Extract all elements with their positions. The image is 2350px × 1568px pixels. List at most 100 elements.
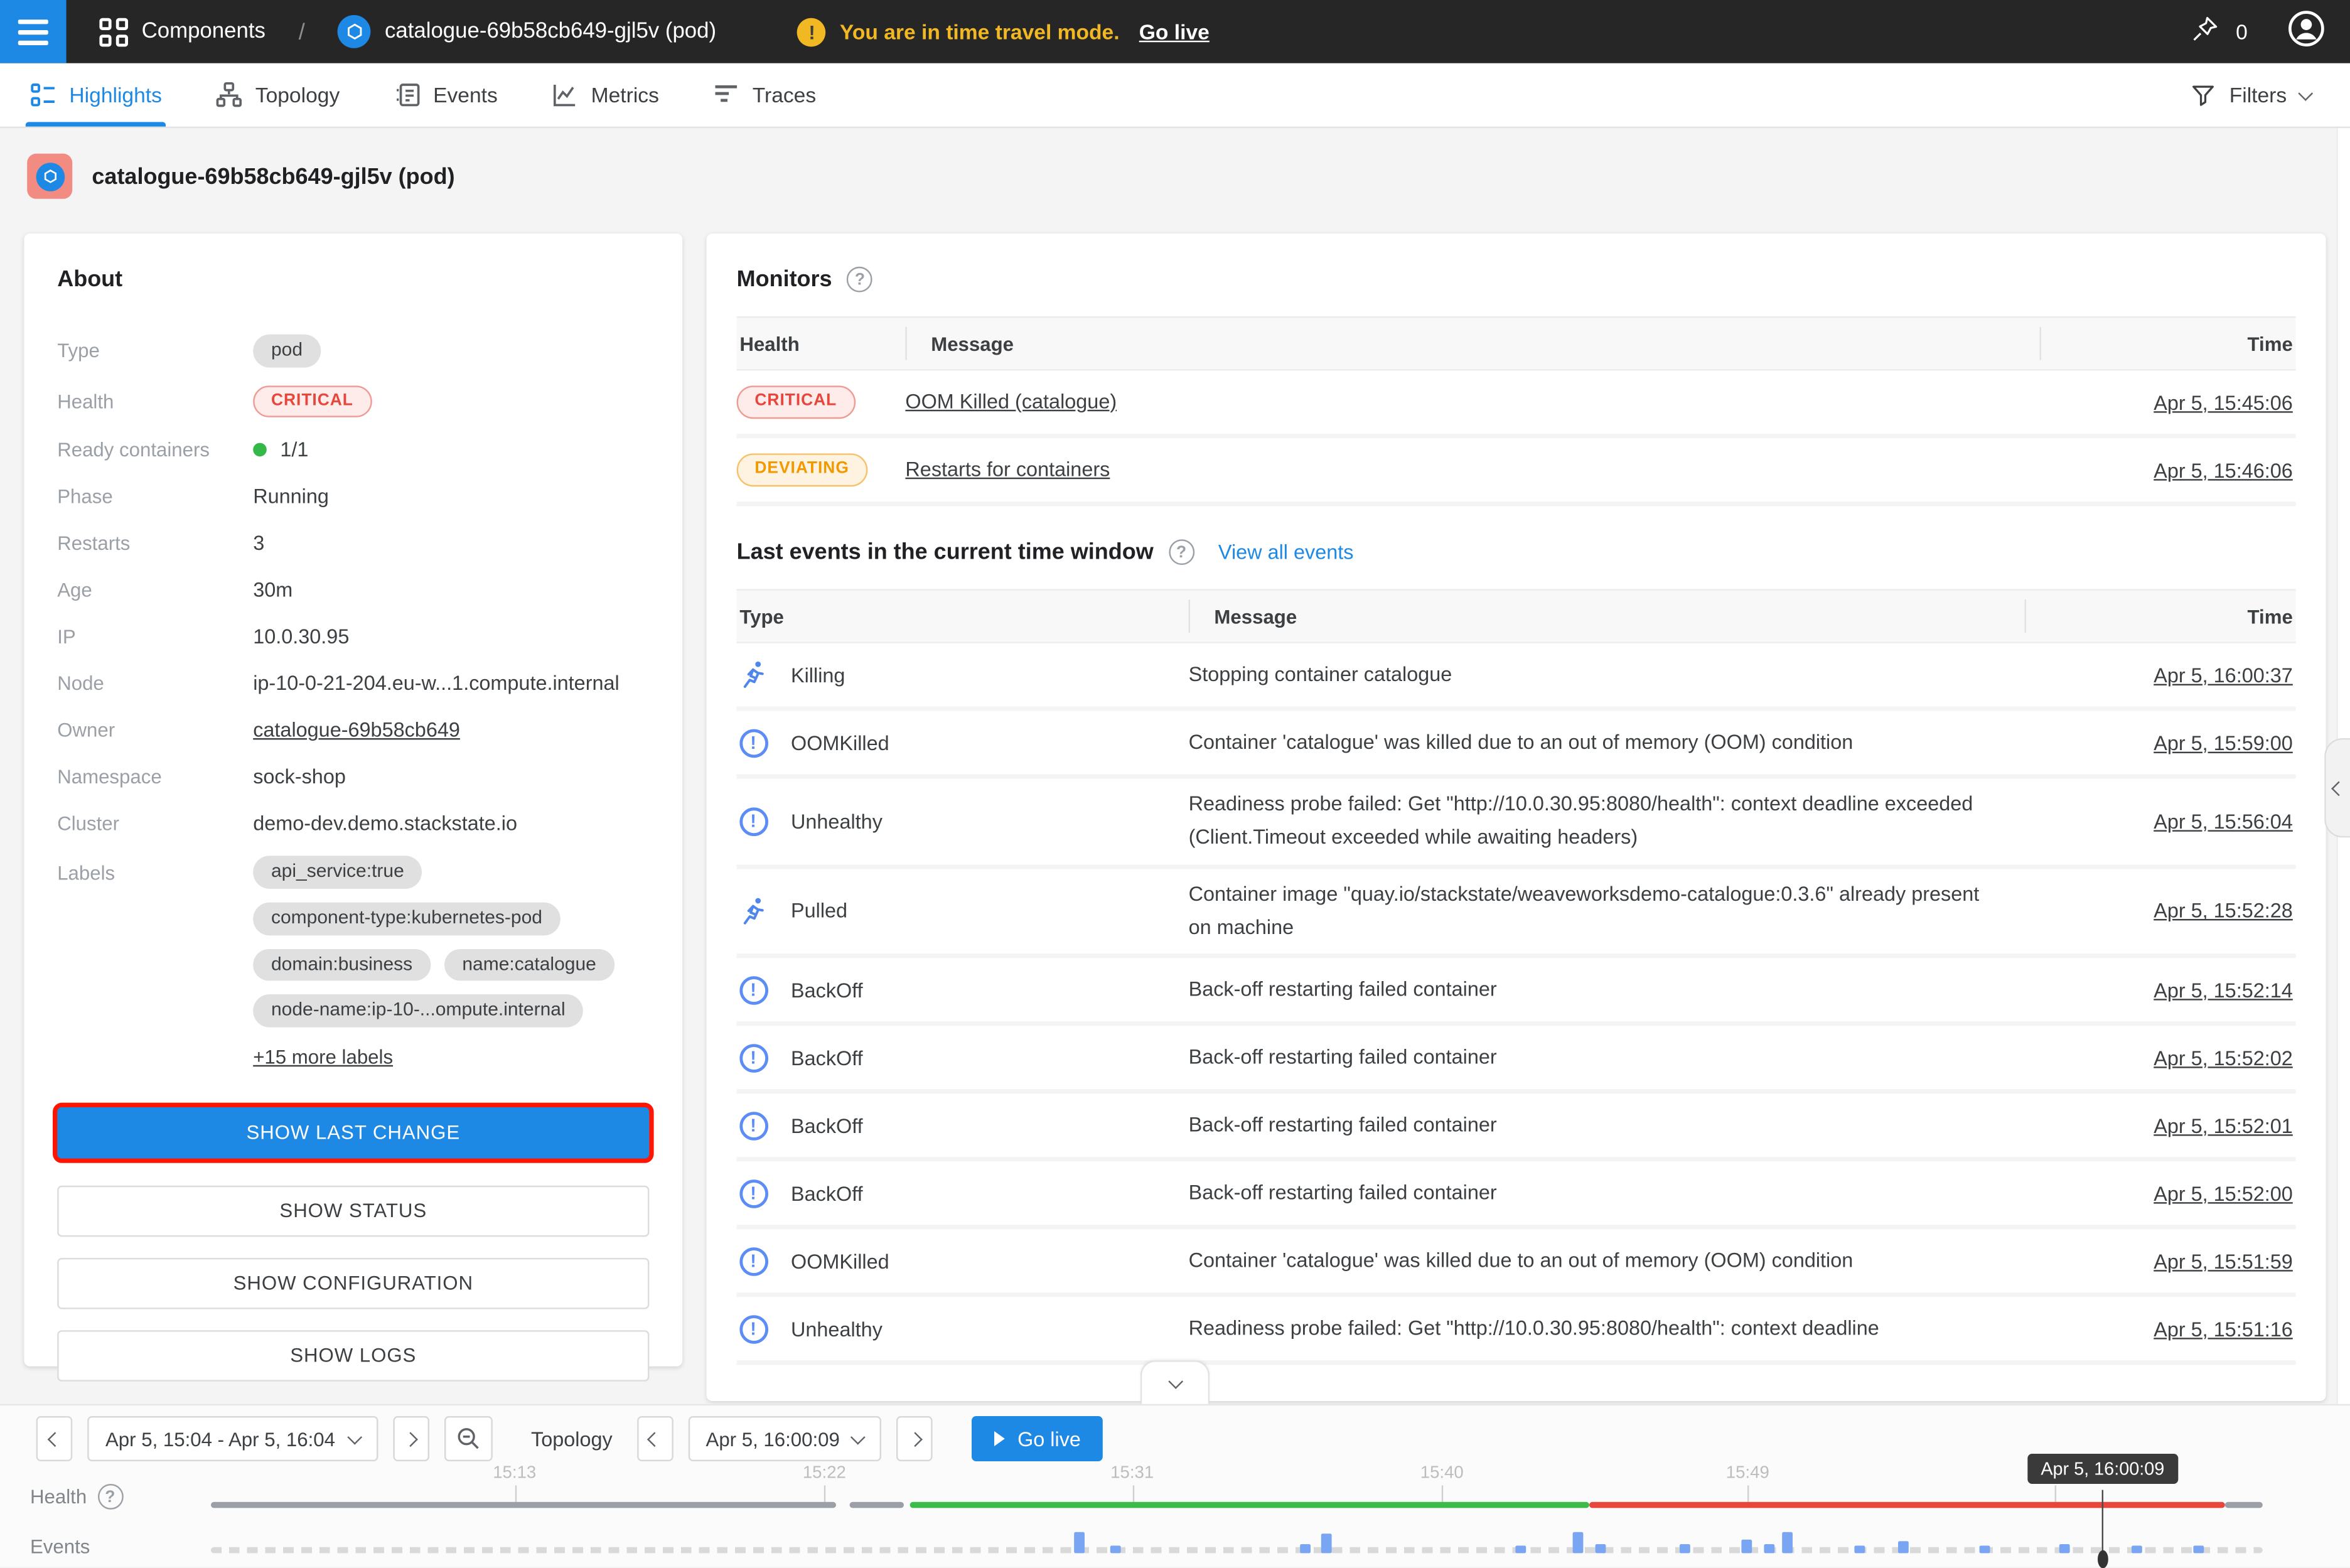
- event-bar: [1980, 1545, 1990, 1553]
- monitor-time-cell: Apr 5, 15:45:06: [2040, 391, 2296, 414]
- time-next-button[interactable]: [897, 1416, 933, 1461]
- event-time-link[interactable]: Apr 5, 15:51:16: [2154, 1318, 2293, 1340]
- events-table: Killing Stopping container catalogue Apr 5…: [737, 643, 2296, 1365]
- events-table-header: Type Message Time: [737, 589, 2296, 643]
- tab-metrics[interactable]: Metrics: [552, 63, 659, 127]
- timeline-tick-mark: [1747, 1485, 1749, 1501]
- field-cluster: Cluster demo-dev.demo.stackstate.io: [57, 810, 649, 839]
- label-chips: api_service:truecomponent-type:kubernete…: [253, 856, 657, 1027]
- timeline-tick-mark: [824, 1485, 825, 1501]
- event-type-cell: Unhealthy: [737, 1314, 1189, 1343]
- about-title: About: [57, 267, 649, 293]
- event-row: PulledContainer image "quay.io/stackstat…: [737, 869, 2296, 959]
- view-all-events-link[interactable]: View all events: [1218, 541, 1354, 564]
- event-bar: [1680, 1544, 1690, 1553]
- event-time-link[interactable]: Apr 5, 15:59:00: [2154, 731, 2293, 754]
- timeline-track[interactable]: 15:1315:2215:3115:4015:49Apr 5, 16:00:09: [211, 1463, 2263, 1568]
- owner-link[interactable]: catalogue-69b58cb649: [253, 719, 460, 742]
- more-labels-link[interactable]: +15 more labels: [253, 1045, 393, 1068]
- event-row: OOMKilledContainer 'catalogue' was kille…: [737, 1230, 2296, 1297]
- range-next-button[interactable]: [392, 1416, 429, 1461]
- tab-traces[interactable]: Traces: [713, 63, 816, 127]
- field-labels: Labels api_service:truecomponent-type:ku…: [57, 856, 649, 1068]
- user-avatar[interactable]: [2287, 8, 2326, 55]
- event-time-link[interactable]: Apr 5, 15:52:28: [2154, 900, 2293, 923]
- topology-time-dropdown[interactable]: Apr 5, 16:00:09: [688, 1416, 882, 1461]
- monitors-title: Monitors: [737, 267, 832, 293]
- event-message-cell: Back-off restarting failed container: [1189, 973, 2025, 1006]
- time-range-dropdown[interactable]: Apr 5, 15:04 - Apr 5, 16:04: [87, 1416, 377, 1461]
- breadcrumb-components[interactable]: Components: [142, 19, 266, 43]
- range-prev-button[interactable]: [36, 1416, 73, 1461]
- event-type-cell: BackOff: [737, 1179, 1189, 1208]
- event-type-cell: BackOff: [737, 1111, 1189, 1140]
- monitor-health-cell: CRITICAL: [737, 386, 906, 419]
- label-chip: domain:business: [253, 948, 431, 981]
- monitor-time-link[interactable]: Apr 5, 15:46:06: [2154, 459, 2293, 481]
- event-time-link[interactable]: Apr 5, 16:00:37: [2154, 663, 2293, 686]
- event-time-link[interactable]: Apr 5, 15:52:00: [2154, 1182, 2293, 1205]
- alert-circle-icon: [737, 1179, 770, 1208]
- label-chip: name:catalogue: [444, 948, 614, 981]
- runner-icon: [737, 658, 770, 692]
- timeline-bar: Apr 5, 15:04 - Apr 5, 16:04 Topology Apr…: [0, 1404, 2350, 1567]
- event-type-label: Killing: [791, 663, 845, 686]
- help-icon[interactable]: [97, 1484, 123, 1510]
- event-type-cell: Unhealthy: [737, 807, 1189, 836]
- show-logs-button[interactable]: SHOW LOGS: [57, 1330, 649, 1382]
- event-time-link[interactable]: Apr 5, 15:56:04: [2154, 810, 2293, 833]
- zoom-out-icon: [454, 1425, 481, 1452]
- event-message-cell: Stopping container catalogue: [1189, 658, 2025, 691]
- menu-icon[interactable]: [0, 0, 67, 63]
- event-time-link[interactable]: Apr 5, 15:52:14: [2154, 979, 2293, 1001]
- go-live-button[interactable]: Go live: [972, 1416, 1103, 1461]
- chevron-right-icon: [403, 1431, 418, 1446]
- play-icon: [995, 1431, 1006, 1446]
- health-badge: CRITICAL: [253, 385, 371, 418]
- event-time-link[interactable]: Apr 5, 15:52:02: [2154, 1046, 2293, 1069]
- label-chip: api_service:true: [253, 856, 422, 889]
- event-bar: [2059, 1544, 2070, 1553]
- show-configuration-button[interactable]: SHOW CONFIGURATION: [57, 1258, 649, 1309]
- expand-side-panel-button[interactable]: [2324, 738, 2350, 837]
- event-message-cell: Container 'catalogue' was killed due to …: [1189, 1244, 2025, 1277]
- monitor-health-badge: CRITICAL: [737, 386, 855, 419]
- event-time-link[interactable]: Apr 5, 15:51:59: [2154, 1250, 2293, 1272]
- event-time-cell: Apr 5, 15:51:16: [2025, 1318, 2296, 1340]
- pin-icon[interactable]: [2191, 13, 2221, 50]
- go-live-link[interactable]: Go live: [1139, 19, 1210, 43]
- pin-count: 0: [2236, 19, 2248, 43]
- monitor-time-link[interactable]: Apr 5, 15:45:06: [2154, 391, 2293, 414]
- tab-topology[interactable]: Topology: [216, 63, 340, 127]
- filters-button[interactable]: Filters: [2190, 82, 2310, 108]
- timeline-marker-dot: [2097, 1550, 2108, 1568]
- alert-circle-icon: [737, 1314, 770, 1343]
- chevron-down-icon: [851, 1429, 866, 1444]
- help-icon[interactable]: [847, 267, 873, 293]
- page-title: catalogue-69b58cb649-gjl5v (pod): [92, 163, 454, 189]
- event-message-cell: Back-off restarting failed container: [1189, 1176, 2025, 1210]
- breadcrumb-entity[interactable]: catalogue-69b58cb649-gjl5v (pod): [385, 19, 716, 43]
- tab-highlights[interactable]: Highlights: [30, 63, 162, 127]
- event-message-cell: Readiness probe failed: Get "http://10.0…: [1189, 788, 2025, 855]
- breadcrumb-separator: /: [299, 19, 305, 45]
- monitor-message-link[interactable]: OOM Killed (catalogue): [905, 390, 1117, 412]
- alert-circle-icon: [737, 1111, 770, 1140]
- collapse-panel-button[interactable]: [1140, 1360, 1210, 1404]
- events-header: Last events in the current time window V…: [737, 539, 2296, 565]
- event-time-cell: Apr 5, 15:52:02: [2025, 1046, 2296, 1069]
- show-last-change-button[interactable]: SHOW LAST CHANGE: [57, 1107, 649, 1159]
- help-icon[interactable]: [1169, 539, 1194, 565]
- show-status-button[interactable]: SHOW STATUS: [57, 1186, 649, 1237]
- monitor-message-cell: Restarts for containers: [905, 453, 2039, 486]
- zoom-out-button[interactable]: [444, 1416, 492, 1461]
- time-prev-button[interactable]: [636, 1416, 673, 1461]
- event-bar: [1742, 1540, 1752, 1554]
- event-time-link[interactable]: Apr 5, 15:52:01: [2154, 1114, 2293, 1137]
- monitor-row: DEVIATINGRestarts for containersApr 5, 1…: [737, 438, 2296, 506]
- event-time-cell: Apr 5, 15:52:01: [2025, 1114, 2296, 1137]
- event-row: BackOffBack-off restarting failed contai…: [737, 1094, 2296, 1162]
- tab-events[interactable]: Events: [394, 63, 498, 127]
- monitor-message-link[interactable]: Restarts for containers: [905, 458, 1110, 480]
- timeline-controls: Apr 5, 15:04 - Apr 5, 16:04 Topology Apr…: [0, 1405, 2350, 1463]
